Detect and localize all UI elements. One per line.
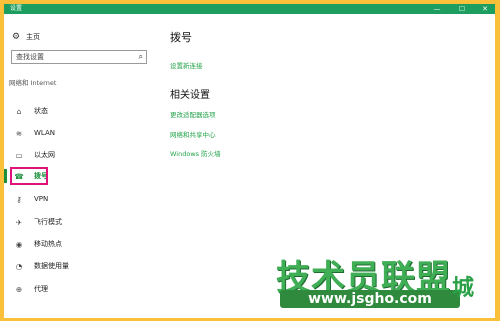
settings-window: 设置 — ☐ ✕ ⚙ 主页 查找设置 ⌕ 网络和 Internet ⌂ 状态 ≋… bbox=[4, 4, 495, 318]
search-placeholder: 查找设置 bbox=[16, 53, 44, 61]
sidebar-item-label: 移动热点 bbox=[34, 240, 62, 248]
window-title: 设置 bbox=[10, 5, 23, 12]
sidebar-item-proxy[interactable]: ⊕ 代理 bbox=[4, 282, 156, 296]
windows-firewall-link[interactable]: Windows 防火墙 bbox=[170, 148, 221, 158]
data-usage-icon: ◔ bbox=[15, 261, 23, 271]
sidebar-item-label: 飞行模式 bbox=[34, 218, 62, 226]
sidebar-item-label: 状态 bbox=[34, 107, 48, 115]
sidebar-item-wlan[interactable]: ≋ WLAN bbox=[4, 126, 156, 140]
sidebar-item-vpn[interactable]: ⚷ VPN bbox=[4, 192, 156, 206]
sidebar-item-status[interactable]: ⌂ 状态 bbox=[4, 104, 156, 118]
sidebar-item-label: 以太网 bbox=[34, 151, 55, 159]
watermark-url: www.jsgho.com bbox=[280, 290, 460, 308]
vpn-icon: ⚷ bbox=[16, 194, 22, 204]
watermark-side-text: 城 bbox=[452, 276, 475, 301]
sidebar-item-airplane-mode[interactable]: ✈ 飞行模式 bbox=[4, 215, 156, 229]
sidebar-item-label: WLAN bbox=[34, 129, 56, 137]
close-button[interactable]: ✕ bbox=[476, 4, 494, 14]
sidebar-item-ethernet[interactable]: ▭ 以太网 bbox=[4, 148, 156, 162]
setup-new-connection-link[interactable]: 设置新连接 bbox=[170, 60, 203, 70]
sidebar: ⚙ 主页 查找设置 ⌕ 网络和 Internet ⌂ 状态 ≋ WLAN ▭ 以… bbox=[4, 14, 156, 318]
ethernet-icon: ▭ bbox=[15, 150, 23, 160]
search-icon[interactable]: ⌕ bbox=[139, 51, 143, 63]
title-bar: 设置 — ☐ ✕ bbox=[4, 4, 495, 14]
minimize-button[interactable]: — bbox=[428, 4, 446, 14]
sidebar-item-label: 代理 bbox=[34, 285, 48, 293]
gear-icon: ⚙ bbox=[12, 32, 21, 42]
wifi-icon: ≋ bbox=[15, 128, 23, 138]
section-label: 网络和 Internet bbox=[9, 79, 57, 87]
search-input[interactable]: 查找设置 ⌕ bbox=[11, 50, 147, 64]
sidebar-item-data-usage[interactable]: ◔ 数据使用量 bbox=[4, 259, 156, 273]
home-nav-item[interactable]: ⚙ 主页 bbox=[12, 30, 40, 44]
watermark: 技术员联盟 www.jsgho.com 城 bbox=[276, 250, 495, 318]
status-icon: ⌂ bbox=[16, 106, 22, 116]
home-label: 主页 bbox=[26, 33, 40, 41]
maximize-button[interactable]: ☐ bbox=[453, 4, 471, 14]
change-adapter-options-link[interactable]: 更改适配器选项 bbox=[170, 109, 216, 119]
sidebar-item-label: 数据使用量 bbox=[34, 262, 69, 270]
proxy-icon: ⊕ bbox=[15, 284, 23, 294]
page-title: 拨号 bbox=[170, 31, 192, 44]
airplane-icon: ✈ bbox=[15, 217, 23, 227]
sidebar-item-label: VPN bbox=[34, 195, 49, 203]
network-sharing-center-link[interactable]: 网络和共享中心 bbox=[170, 129, 216, 139]
related-settings-heading: 相关设置 bbox=[170, 90, 210, 101]
highlight-annotation-box bbox=[10, 167, 48, 185]
hotspot-icon: ◉ bbox=[15, 239, 23, 249]
sidebar-item-mobile-hotspot[interactable]: ◉ 移动热点 bbox=[4, 237, 156, 251]
